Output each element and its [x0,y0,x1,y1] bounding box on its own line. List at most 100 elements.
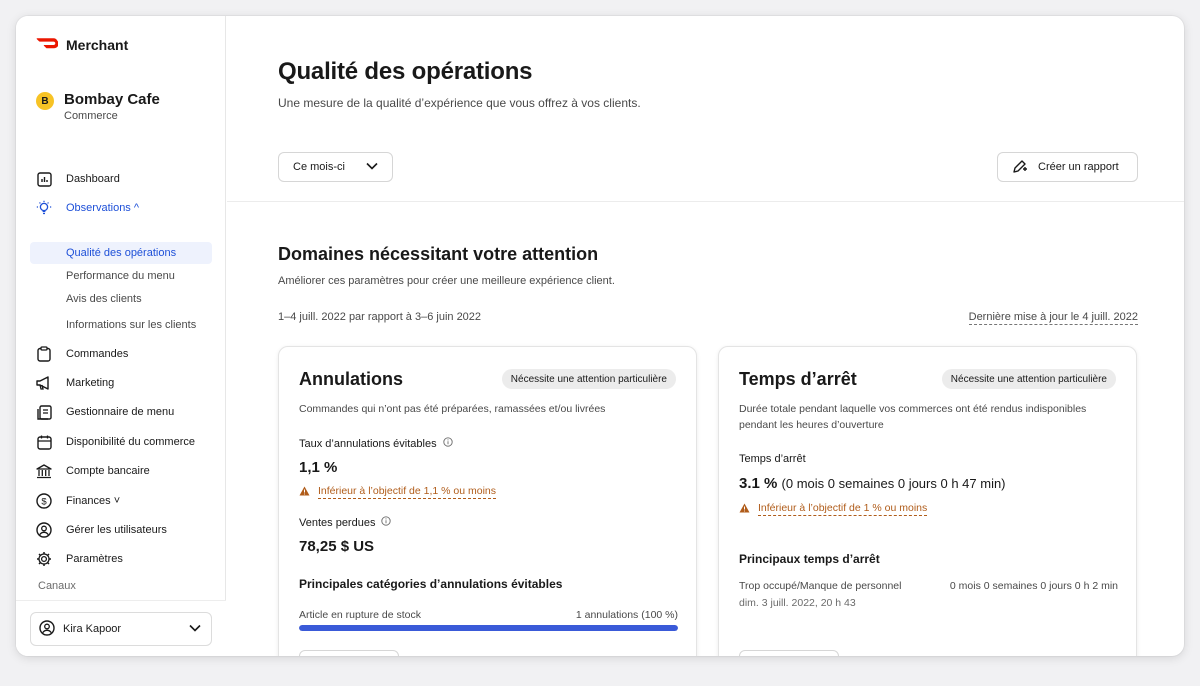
app-window: Merchant B Bombay Cafe Commerce Dashboar… [16,16,1184,656]
pen-add-icon [1012,158,1028,177]
sidebar-item-finances[interactable]: $ Finances ˅ [36,491,216,511]
top-downtime-heading: Principaux temps d’arrêt [739,552,880,566]
last-update-link[interactable]: Dernière mise à jour le 4 juill. 2022 [968,311,1138,325]
lightbulb-icon [36,200,52,216]
sidebar-subitem-performance[interactable]: Performance du menu [30,265,212,287]
progress-fill [299,625,678,631]
sidebar-item-label: Compte bancaire [66,465,150,477]
sidebar-item-label: Paramètres [66,553,123,565]
details-button[interactable] [299,650,399,656]
sidebar-item-label: Observations ^ [66,202,140,214]
header-divider [227,201,1184,202]
period-selected: Ce mois-ci [293,161,345,173]
sidebar-subitem-informations[interactable]: Informations sur les clients [30,314,212,336]
metric-value: 3.1 % (0 mois 0 semaines 0 jours 0 h 47 … [739,475,1006,492]
details-button[interactable] [739,650,839,656]
page-subtitle: Une mesure de la qualité d’expérience qu… [278,96,641,110]
metric-label: Taux d’annulations évitables [299,437,453,450]
sidebar: Merchant B Bombay Cafe Commerce Dashboar… [16,16,226,656]
sidebar-item-dashboard[interactable]: Dashboard [36,169,216,189]
svg-text:$: $ [41,497,47,508]
main-content: Qualité des opérations Une mesure de la … [227,16,1184,656]
chevron-down-icon [189,623,201,635]
metric-value: 78,25 $ US [299,538,375,555]
store-name: Bombay Cafe [64,91,160,108]
info-icon[interactable] [442,437,453,450]
status-badge: Nécessite une attention particulière [941,369,1116,389]
brand-name: Merchant [66,37,129,53]
warning-message[interactable]: Inférieur à l’objectif de 1,1 % ou moins [299,485,497,499]
metric-label-text: Ventes perdues [299,516,376,529]
metric-value-detail: (0 mois 0 semaines 0 jours 0 h 47 min) [781,476,1006,491]
categories-heading: Principales catégories d’annulations évi… [299,577,563,591]
warning-text: Inférieur à l’objectif de 1,1 % ou moins [318,485,497,499]
create-report-button[interactable]: Créer un rapport [997,152,1138,182]
sidebar-item-observations[interactable]: Observations ^ [36,198,216,218]
sidebar-item-label: Finances ˅ [66,495,121,507]
sidebar-item-label: Gérer les utilisateurs [66,524,167,536]
section-subtitle: Améliorer ces paramètres pour créer une … [278,275,615,287]
metric-value-main: 3.1 % [739,475,778,492]
chart-icon [36,171,52,187]
sidebar-item-gestionnaire[interactable]: Gestionnaire de menu [36,402,216,422]
category-value: 1 annulations (100 %) [575,609,678,621]
user-avatar-icon [39,619,55,639]
card-description: Durée totale pendant laquelle vos commer… [739,403,1087,431]
category-label: Article en rupture de stock [299,609,421,621]
card-title: Annulations [299,369,403,389]
menu-book-icon [36,404,52,420]
gear-icon [36,551,52,567]
info-icon[interactable] [381,516,392,529]
downtime-row: Trop occupé/Manque de personnel 0 mois 0… [739,580,1118,592]
megaphone-icon [36,375,52,391]
section-title: Domaines nécessitant votre attention [278,244,599,264]
brand[interactable]: Merchant [36,36,128,54]
clipboard-icon [36,346,52,362]
downtime-date: dim. 3 juill. 2022, 20 h 43 [739,597,856,609]
card-title: Temps d’arrêt [739,369,857,389]
downtime-card: Temps d’arrêt Nécessite une attention pa… [718,346,1137,656]
sidebar-item-parametres[interactable]: Paramètres [36,549,216,569]
cancellations-card: Annulations Nécessite une attention part… [278,346,697,656]
warning-icon [739,503,750,516]
user-name: Kira Kapoor [63,623,122,635]
period-dropdown[interactable]: Ce mois-ci [278,152,393,182]
downtime-reason: Trop occupé/Manque de personnel [739,580,902,592]
status-badge: Nécessite une attention particulière [501,369,676,389]
sidebar-item-compte[interactable]: Compte bancaire [36,461,216,481]
sidebar-section-canaux: Canaux [38,580,76,592]
bank-icon [36,463,52,479]
metric-value: 1,1 % [299,459,338,476]
calendar-icon [36,434,52,450]
sidebar-subitem-qualite[interactable]: Qualité des opérations [30,242,212,264]
metric-label: Temps d’arrêt [739,453,806,465]
sidebar-item-utilisateurs[interactable]: Gérer les utilisateurs [36,520,216,540]
sidebar-item-disponibilite[interactable]: Disponibilité du commerce [36,432,216,452]
warning-text: Inférieur à l’objectif de 1 % ou moins [758,502,928,516]
card-description: Commandes qui n’ont pas été préparées, r… [299,403,606,415]
sidebar-item-label: Disponibilité du commerce [66,436,195,448]
sidebar-item-label: Dashboard [66,173,120,185]
dollar-circle-icon: $ [36,493,52,509]
store-type: Commerce [64,110,118,122]
downtime-duration: 0 mois 0 semaines 0 jours 0 h 2 min [949,580,1118,592]
sidebar-item-label: Gestionnaire de menu [66,406,175,418]
sidebar-item-commandes[interactable]: Commandes [36,344,216,364]
category-row: Article en rupture de stock 1 annulation… [299,609,678,621]
warning-message[interactable]: Inférieur à l’objectif de 1 % ou moins [739,502,928,516]
chevron-down-icon [366,161,378,173]
doordash-logo-icon [36,36,59,54]
create-report-label: Créer un rapport [1038,161,1119,173]
sidebar-item-label: Commandes [66,348,129,360]
warning-icon [299,486,310,499]
category-progress-bar [299,625,678,631]
sidebar-subitem-avis[interactable]: Avis des clients [30,288,212,310]
user-menu[interactable]: Kira Kapoor [30,612,212,646]
user-circle-icon [36,522,52,538]
sidebar-item-marketing[interactable]: Marketing [36,373,216,393]
date-range: 1–4 juill. 2022 par rapport à 3–6 juin 2… [278,311,482,323]
store-selector[interactable]: B Bombay Cafe Commerce [36,90,160,123]
sidebar-item-label: Marketing [66,377,115,389]
metric-label-text: Taux d’annulations évitables [299,437,437,450]
metric-label: Ventes perdues [299,516,392,529]
